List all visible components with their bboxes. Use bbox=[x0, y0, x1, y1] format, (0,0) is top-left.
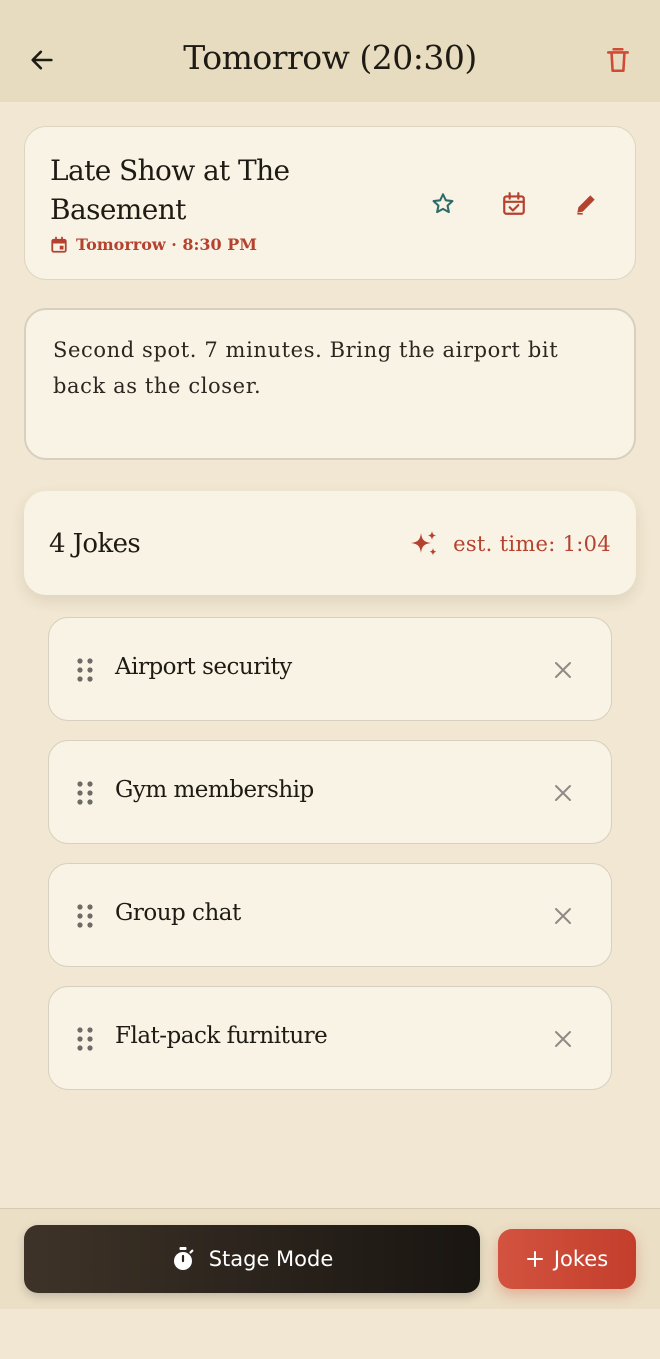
remove-joke-button[interactable] bbox=[545, 652, 581, 688]
joke-item[interactable]: Group chat bbox=[48, 863, 612, 967]
schedule-button[interactable] bbox=[494, 184, 534, 224]
stopwatch-icon bbox=[173, 1247, 194, 1270]
joke-title: Gym membership bbox=[115, 777, 314, 803]
jokes-count: 4 Jokes bbox=[49, 529, 141, 559]
joke-item[interactable]: Gym membership bbox=[48, 740, 612, 844]
pencil-icon bbox=[577, 195, 595, 215]
show-date-text: Tomorrow · 8:30 PM bbox=[76, 235, 257, 254]
add-jokes-button[interactable]: Jokes bbox=[498, 1229, 636, 1289]
edit-button[interactable] bbox=[566, 184, 606, 224]
close-icon bbox=[555, 908, 571, 924]
remove-joke-button[interactable] bbox=[545, 775, 581, 811]
joke-item[interactable]: Airport security bbox=[48, 617, 612, 721]
joke-title: Group chat bbox=[115, 900, 241, 926]
show-title: Late Show at The Basement bbox=[50, 154, 290, 226]
joke-title: Flat-pack furniture bbox=[115, 1023, 328, 1049]
remove-joke-button[interactable] bbox=[545, 1021, 581, 1057]
estimated-time: est. time: 1:04 bbox=[409, 529, 611, 559]
stage-mode-label: Stage Mode bbox=[208, 1247, 334, 1271]
show-card: Late Show at The Basement Tomorrow · 8:3… bbox=[24, 126, 636, 280]
add-jokes-label: Jokes bbox=[553, 1247, 609, 1271]
drag-handle-icon[interactable] bbox=[75, 779, 95, 807]
favorite-button[interactable] bbox=[423, 184, 463, 224]
drag-handle-icon[interactable] bbox=[75, 656, 95, 684]
drag-handle-icon[interactable] bbox=[75, 902, 95, 930]
remove-joke-button[interactable] bbox=[545, 898, 581, 934]
close-icon bbox=[555, 1031, 571, 1047]
sparkles-icon bbox=[411, 531, 437, 556]
delete-button[interactable] bbox=[598, 40, 638, 80]
joke-title: Airport security bbox=[115, 654, 292, 680]
plus-icon bbox=[526, 1251, 543, 1267]
close-icon bbox=[555, 785, 571, 801]
setlist-summary: 4 Jokes est. time: 1:04 bbox=[24, 491, 636, 595]
star-outline-icon bbox=[432, 193, 454, 214]
notes-field[interactable]: Second spot. 7 minutes. Bring the airpor… bbox=[24, 308, 636, 460]
joke-item[interactable]: Flat-pack furniture bbox=[48, 986, 612, 1090]
drag-handle-icon[interactable] bbox=[75, 1025, 95, 1053]
trash-icon bbox=[607, 47, 629, 73]
calendar-icon bbox=[51, 236, 67, 253]
show-date: Tomorrow · 8:30 PM bbox=[50, 235, 257, 254]
page-title: Tomorrow (20:30) bbox=[183, 38, 477, 77]
estimated-time-text: est. time: 1:04 bbox=[453, 532, 611, 556]
app-header: Tomorrow (20:30) bbox=[0, 0, 660, 102]
close-icon bbox=[555, 662, 571, 678]
stage-mode-button[interactable]: Stage Mode bbox=[24, 1225, 480, 1293]
calendar-check-icon bbox=[503, 192, 525, 215]
notes-text: Second spot. 7 minutes. Bring the airpor… bbox=[53, 338, 559, 398]
